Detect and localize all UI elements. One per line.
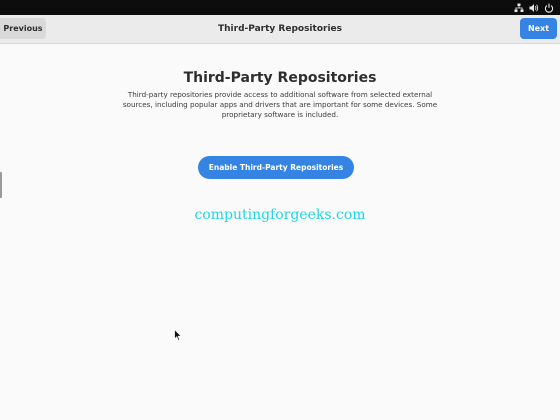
system-top-bar <box>0 0 560 15</box>
description-text: Third-party repositories provide access … <box>122 90 438 119</box>
power-icon[interactable] <box>544 3 554 13</box>
enable-repositories-button[interactable]: Enable Third-Party Repositories <box>198 156 354 179</box>
main-content: Third-Party Repositories Third-party rep… <box>0 44 560 420</box>
side-edge-handle[interactable] <box>0 172 2 198</box>
page-heading: Third-Party Repositories <box>183 70 377 86</box>
volume-icon[interactable] <box>529 3 539 13</box>
network-icon[interactable] <box>514 3 524 13</box>
previous-button[interactable]: Previous <box>0 18 46 39</box>
mouse-pointer-icon <box>174 327 183 346</box>
header-title: Third-Party Repositories <box>218 24 342 34</box>
watermark-text: computingforgeeks.com <box>194 207 366 223</box>
system-tray[interactable] <box>514 1 554 14</box>
header-bar: Third-Party Repositories Previous Next <box>0 15 560 44</box>
next-button[interactable]: Next <box>520 18 557 39</box>
